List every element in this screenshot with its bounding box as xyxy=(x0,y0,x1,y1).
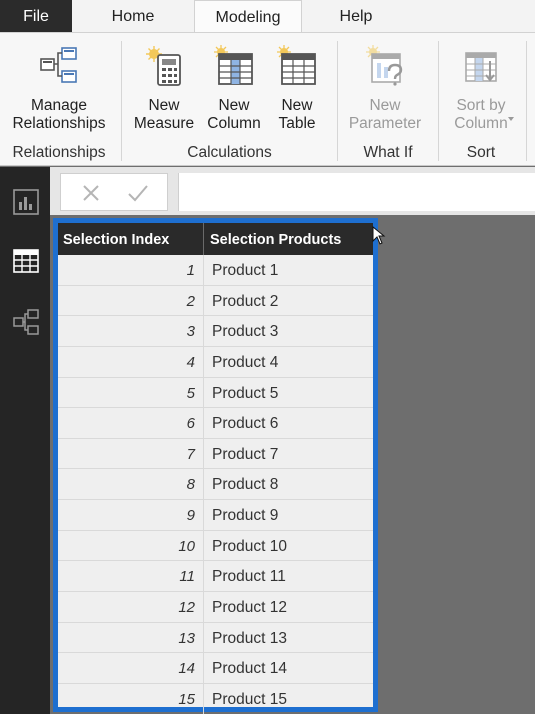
tab-file[interactable]: File xyxy=(0,0,72,32)
table-row[interactable]: 3 Product 3 xyxy=(58,316,373,347)
sort-by-column-label: Sort by Column xyxy=(454,97,508,132)
table-header: Selection Index Selection Products xyxy=(58,223,373,255)
mouse-cursor-icon xyxy=(372,226,386,245)
close-icon[interactable] xyxy=(81,183,101,203)
cell-selection-index[interactable]: 7 xyxy=(58,438,204,469)
check-icon[interactable] xyxy=(127,183,149,203)
manage-relationships-label: Manage Relationships xyxy=(12,97,106,132)
cell-selection-product[interactable]: Product 8 xyxy=(205,469,373,499)
cell-selection-index[interactable]: 3 xyxy=(58,316,204,346)
table-row[interactable]: 13 Product 13 xyxy=(58,622,373,654)
view-switcher xyxy=(0,167,50,714)
table-row[interactable]: 11 Product 11 xyxy=(58,561,373,593)
group-label-calculations: Calculations xyxy=(187,144,272,161)
new-parameter-label: New Parameter xyxy=(348,97,422,132)
table-row[interactable]: 12 Product 12 xyxy=(58,592,373,623)
table-column-icon xyxy=(214,45,253,85)
column-header-selection-products[interactable]: Selection Products xyxy=(205,223,373,255)
cell-selection-index[interactable]: 2 xyxy=(58,285,204,316)
cell-selection-index[interactable]: 6 xyxy=(58,408,204,438)
group-label-sort: Sort xyxy=(466,144,496,161)
model-icon[interactable] xyxy=(11,307,41,337)
group-label-relationships: Relationships xyxy=(12,144,106,161)
group-label-what-if: What If xyxy=(363,144,413,161)
data-table: Selection Index Selection Products 1 Prod… xyxy=(53,218,378,714)
sort-icon xyxy=(465,52,497,82)
table-body: 1 Product 1 2 Product 2 3 Product 3 4 Product 4… xyxy=(58,255,373,714)
group-separator xyxy=(526,41,527,161)
table-row[interactable]: 9 Product 9 xyxy=(58,500,373,531)
tab-help[interactable]: Help xyxy=(318,0,394,32)
column-header-selection-index[interactable]: Selection Index xyxy=(58,223,204,255)
new-table-label: New Table xyxy=(278,97,316,132)
formula-input[interactable] xyxy=(178,173,535,211)
cell-selection-index[interactable]: 9 xyxy=(58,500,204,530)
formula-bar xyxy=(50,167,535,215)
cell-selection-product[interactable]: Product 5 xyxy=(205,378,373,408)
table-row[interactable]: 6 Product 6 xyxy=(58,408,373,439)
manage-relationships-button[interactable]: Manage Relationships xyxy=(4,33,114,141)
new-measure-label: New Measure xyxy=(133,97,195,132)
group-separator xyxy=(121,41,122,161)
cell-selection-product[interactable]: Product 11 xyxy=(205,561,373,591)
table-row[interactable]: 4 Product 4 xyxy=(58,346,373,378)
table-row[interactable]: 14 Product 14 xyxy=(58,653,373,684)
table-row[interactable]: 8 Product 8 xyxy=(58,469,373,501)
parameter-icon xyxy=(366,45,403,86)
table-row[interactable]: 15 Product 15 xyxy=(58,683,373,714)
cell-selection-index[interactable]: 4 xyxy=(58,346,204,377)
cell-selection-index[interactable]: 1 xyxy=(58,255,204,285)
formula-bar-buttons xyxy=(60,173,168,211)
table-icon xyxy=(277,45,316,85)
table-row[interactable]: 2 Product 2 xyxy=(58,285,373,317)
power-bi-window: File Home Modeling Help Manage Relations… xyxy=(0,0,535,714)
table-row[interactable]: 10 Product 10 xyxy=(58,530,373,562)
tab-modeling[interactable]: Modeling xyxy=(194,0,302,33)
cell-selection-index[interactable]: 11 xyxy=(58,561,204,592)
new-column-label: New Column xyxy=(207,97,261,132)
cell-selection-product[interactable]: Product 15 xyxy=(205,684,373,714)
cell-selection-product[interactable]: Product 14 xyxy=(205,653,373,683)
table-row[interactable]: 1 Product 1 xyxy=(58,255,373,286)
new-table-button[interactable]: New Table xyxy=(266,33,328,141)
menu-bar: File Home Modeling Help xyxy=(0,0,535,33)
table-row[interactable]: 5 Product 5 xyxy=(58,377,373,409)
new-parameter-button[interactable]: New Parameter xyxy=(342,33,428,141)
tab-home[interactable]: Home xyxy=(94,0,172,32)
sort-by-column-button[interactable]: Sort by Column xyxy=(440,33,522,141)
cell-selection-product[interactable]: Product 9 xyxy=(205,500,373,530)
new-column-button[interactable]: New Column xyxy=(201,33,267,141)
cell-selection-product[interactable]: Product 13 xyxy=(205,623,373,653)
new-measure-button[interactable]: New Measure xyxy=(130,33,198,141)
bar-chart-icon[interactable] xyxy=(11,187,41,217)
cell-selection-index[interactable]: 14 xyxy=(58,653,204,683)
cell-selection-index[interactable]: 5 xyxy=(58,377,204,408)
ribbon: Manage Relationships New Measure New Col… xyxy=(0,32,535,166)
cell-selection-index[interactable]: 10 xyxy=(58,530,204,561)
cell-selection-product[interactable]: Product 4 xyxy=(205,347,373,377)
group-separator xyxy=(337,41,338,161)
cell-selection-index[interactable]: 8 xyxy=(58,469,204,500)
cell-selection-index[interactable]: 13 xyxy=(58,622,204,653)
cell-selection-product[interactable]: Product 2 xyxy=(205,286,373,316)
cell-selection-index[interactable]: 15 xyxy=(58,683,204,714)
cell-selection-product[interactable]: Product 1 xyxy=(205,255,373,285)
cell-selection-product[interactable]: Product 3 xyxy=(205,316,373,346)
table-row[interactable]: 7 Product 7 xyxy=(58,438,373,470)
grid-icon[interactable] xyxy=(11,246,41,276)
cell-selection-index[interactable]: 12 xyxy=(58,592,204,622)
relationships-icon xyxy=(40,47,77,83)
cell-selection-product[interactable]: Product 12 xyxy=(205,592,373,622)
calculator-icon xyxy=(146,46,181,86)
chevron-down-icon xyxy=(508,117,514,121)
cell-selection-product[interactable]: Product 6 xyxy=(205,408,373,438)
cell-selection-product[interactable]: Product 7 xyxy=(205,439,373,469)
cell-selection-product[interactable]: Product 10 xyxy=(205,531,373,561)
group-separator xyxy=(438,41,439,161)
